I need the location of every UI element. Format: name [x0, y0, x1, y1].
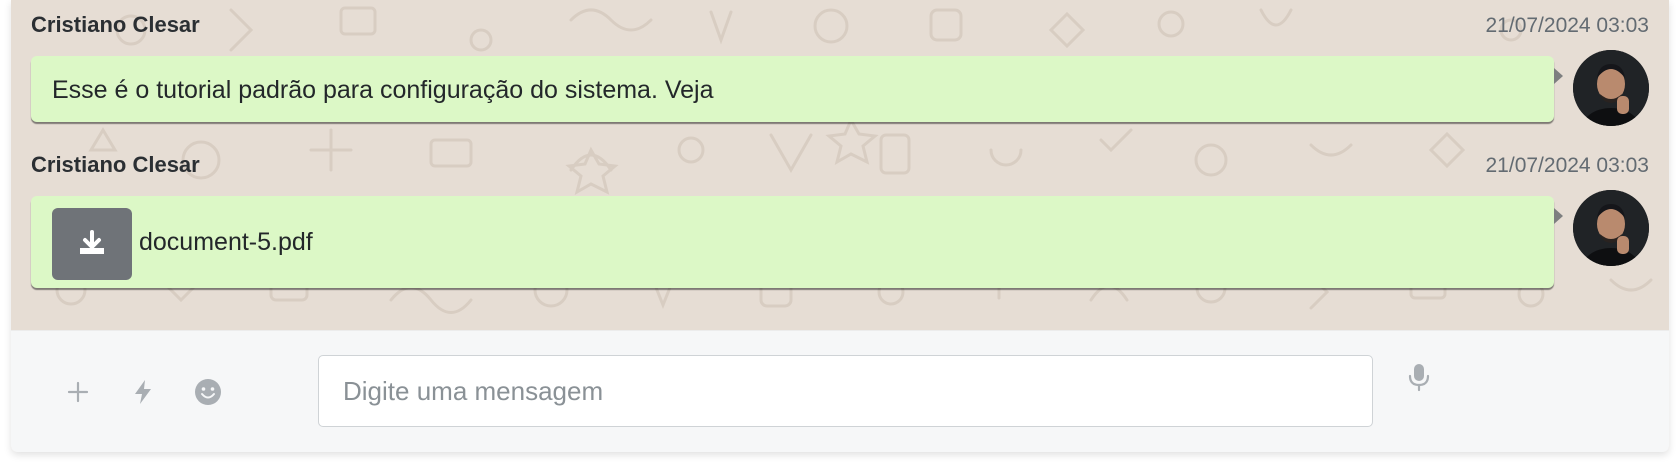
- message-timestamp: 21/07/2024 03:03: [1485, 14, 1650, 37]
- chat-panel: Cristiano Clesar 21/07/2024 03:03 Esse é…: [11, 0, 1669, 452]
- download-button[interactable]: [52, 208, 132, 280]
- plus-icon[interactable]: [63, 377, 93, 407]
- sender-name: Cristiano Clesar: [31, 12, 200, 37]
- message-timestamp: 21/07/2024 03:03: [1485, 154, 1650, 177]
- bolt-icon[interactable]: [128, 377, 158, 407]
- emoji-icon[interactable]: [193, 377, 223, 407]
- message-bubble: Esse é o tutorial padrão para configuraç…: [31, 56, 1563, 122]
- avatar[interactable]: [1573, 50, 1649, 126]
- message-input[interactable]: [319, 356, 1372, 426]
- avatar[interactable]: [1573, 190, 1649, 266]
- microphone-icon[interactable]: [1404, 363, 1434, 393]
- sender-name: Cristiano Clesar: [31, 152, 200, 177]
- message-text: Esse é o tutorial padrão para configuraç…: [52, 76, 714, 104]
- message-bubble: document-5.pdf: [31, 196, 1563, 288]
- file-name-link[interactable]: document-5.pdf: [139, 228, 313, 257]
- message-input-box[interactable]: [318, 355, 1373, 427]
- message-composer: [11, 330, 1669, 452]
- download-icon: [80, 230, 104, 254]
- avatar-photo: [1573, 50, 1649, 126]
- avatar-photo: [1573, 190, 1649, 266]
- message-list: Cristiano Clesar 21/07/2024 03:03 Esse é…: [11, 0, 1669, 330]
